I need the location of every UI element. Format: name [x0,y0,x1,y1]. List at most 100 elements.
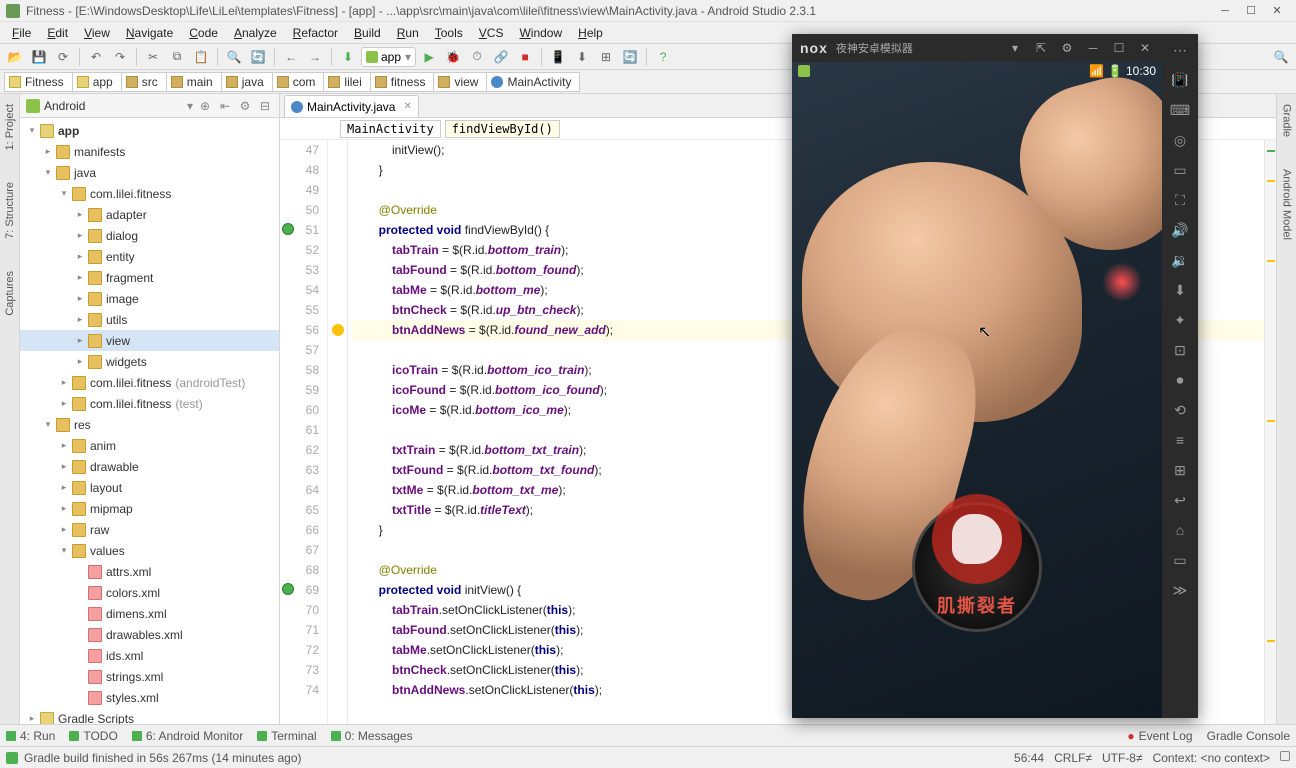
crumb-java[interactable]: java [221,72,273,92]
breadcrumb-item[interactable]: findViewById() [445,120,560,138]
help-icon[interactable]: ? [652,46,674,68]
crumb-mainactivity[interactable]: MainActivity [486,72,580,92]
tree-item[interactable]: ▾res [20,414,279,435]
crumb-fitness[interactable]: Fitness [4,72,73,92]
scroll-from-source-icon[interactable]: ⊕ [197,99,213,113]
emu-shot-icon[interactable]: ⊡ [1170,340,1190,360]
close-tab-icon[interactable]: ✕ [403,101,411,112]
emu-settings-icon[interactable]: ⚙ [1058,39,1076,57]
lock-icon[interactable] [1280,751,1290,761]
bottom-tool[interactable]: Terminal [257,729,316,743]
profile-icon[interactable]: ⏱ [466,46,488,68]
crumb-fitness[interactable]: fitness [370,72,435,92]
bulb-icon[interactable] [332,324,344,336]
forward-icon[interactable]: → [304,46,326,68]
editor-tab[interactable]: MainActivity.java ✕ [284,95,419,117]
tree-item[interactable]: strings.xml [20,666,279,687]
emu-pin-icon[interactable]: ⇱ [1032,39,1050,57]
emu-location-icon[interactable]: ◎ [1170,130,1190,150]
collapse-icon[interactable]: ⇤ [217,99,233,113]
paste-icon[interactable]: 📋 [190,46,212,68]
avd-icon[interactable]: 📱 [547,46,569,68]
tree-item[interactable]: ▸mipmap [20,498,279,519]
emu-script-icon[interactable]: ≡ [1170,430,1190,450]
tree-item[interactable]: ▾com.lilei.fitness [20,183,279,204]
back-icon[interactable]: ← [280,46,302,68]
redo-icon[interactable]: ↷ [109,46,131,68]
stop-icon[interactable]: ■ [514,46,536,68]
run-config-select[interactable]: app ▾ [361,47,416,67]
menu-refactor[interactable]: Refactor [285,26,346,40]
tree-item[interactable]: attrs.xml [20,561,279,582]
emu-apk-icon[interactable]: ⬇ [1170,280,1190,300]
tree-item[interactable]: ▸view [20,330,279,351]
right-tab[interactable]: Android Model [1279,163,1295,246]
tree-item[interactable]: colors.xml [20,582,279,603]
attach-icon[interactable]: 🔗 [490,46,512,68]
close-button[interactable]: ✕ [1264,2,1290,20]
emu-add-icon[interactable]: ⊞ [1170,460,1190,480]
run-icon[interactable]: ▶ [418,46,440,68]
menu-window[interactable]: Window [511,26,570,40]
menu-help[interactable]: Help [570,26,611,40]
settings-icon[interactable]: ⚙ [237,99,253,113]
menu-analyze[interactable]: Analyze [226,26,285,40]
maximize-button[interactable]: ☐ [1238,2,1264,20]
left-tab[interactable]: 1: Project [2,98,18,156]
copy-icon[interactable]: ⧉ [166,46,188,68]
status-item[interactable]: 56:44 [1014,751,1044,765]
tree-item[interactable]: styles.xml [20,687,279,708]
breadcrumb-item[interactable]: MainActivity [340,120,441,138]
tree-item[interactable]: ▸entity [20,246,279,267]
menu-build[interactable]: Build [346,26,389,40]
tree-item[interactable]: drawables.xml [20,624,279,645]
crumb-view[interactable]: view [433,72,487,92]
emulator-window[interactable]: nox 夜神安卓模拟器 ▾ ⇱ ⚙ ─ ☐ ✕ 📶 🔋 10:30 [792,34,1198,718]
bottom-tool[interactable]: TODO [69,729,117,743]
search-everywhere-icon[interactable]: 🔍 [1270,46,1292,68]
right-tab[interactable]: Gradle [1279,98,1295,143]
line-gutter[interactable]: 4748495051525354555657585960616263646566… [280,140,328,724]
debug-icon[interactable]: 🐞 [442,46,464,68]
emu-shake-icon[interactable]: 📳 [1170,70,1190,90]
sdk-icon[interactable]: ⬇ [571,46,593,68]
tree-item[interactable]: ▸image [20,288,279,309]
menu-code[interactable]: Code [181,26,226,40]
error-stripe[interactable] [1264,140,1276,724]
status-item[interactable]: Context: <no context> [1153,751,1270,765]
bottom-tool-right[interactable]: Gradle Console [1207,729,1290,743]
menu-view[interactable]: View [76,26,118,40]
menu-vcs[interactable]: VCS [471,26,512,40]
minimize-button[interactable]: ─ [1212,2,1238,20]
bottom-tool[interactable]: 0: Messages [331,729,413,743]
menu-run[interactable]: Run [389,26,427,40]
crumb-lilei[interactable]: lilei [323,72,370,92]
emu-fullscreen-icon[interactable]: ⛶ [1170,190,1190,210]
bottom-tool-right[interactable]: ● Event Log [1127,729,1192,743]
status-item[interactable]: CRLF≠ [1054,751,1092,765]
open-icon[interactable]: 📂 [4,46,26,68]
emulator-screen[interactable]: 📶 🔋 10:30 肌撕裂者 ↖ [792,62,1162,718]
emu-maximize-icon[interactable]: ☐ [1110,39,1128,57]
tree-item[interactable]: dimens.xml [20,603,279,624]
emulator-titlebar[interactable]: nox 夜神安卓模拟器 ▾ ⇱ ⚙ ─ ☐ ✕ [792,34,1162,62]
tree-item[interactable]: ▸layout [20,477,279,498]
emu-keyboard-icon[interactable]: ⌨ [1170,100,1190,120]
left-tab[interactable]: 7: Structure [2,176,18,245]
emu-voldown-icon[interactable]: 🔉 [1170,250,1190,270]
sync-gradle-icon[interactable]: 🔄 [619,46,641,68]
tree-item[interactable]: ▸drawable [20,456,279,477]
undo-icon[interactable]: ↶ [85,46,107,68]
tree-item[interactable]: ▾values [20,540,279,561]
emu-rotate-icon[interactable]: ⟲ [1170,400,1190,420]
menu-tools[interactable]: Tools [427,26,471,40]
emu-more-icon[interactable]: ⋯ [1170,40,1190,60]
tree-item[interactable]: ▸manifests [20,141,279,162]
tree-item[interactable]: ▸com.lilei.fitness(androidTest) [20,372,279,393]
emu-mywin-icon[interactable]: ▭ [1170,160,1190,180]
tree-item[interactable]: ▾app [20,120,279,141]
tree-item[interactable]: ▸widgets [20,351,279,372]
project-tree[interactable]: ▾app▸manifests▾java▾com.lilei.fitness▸ad… [20,118,279,724]
emu-recent-icon[interactable]: ▭ [1170,550,1190,570]
hide-icon[interactable]: ⊟ [257,99,273,113]
